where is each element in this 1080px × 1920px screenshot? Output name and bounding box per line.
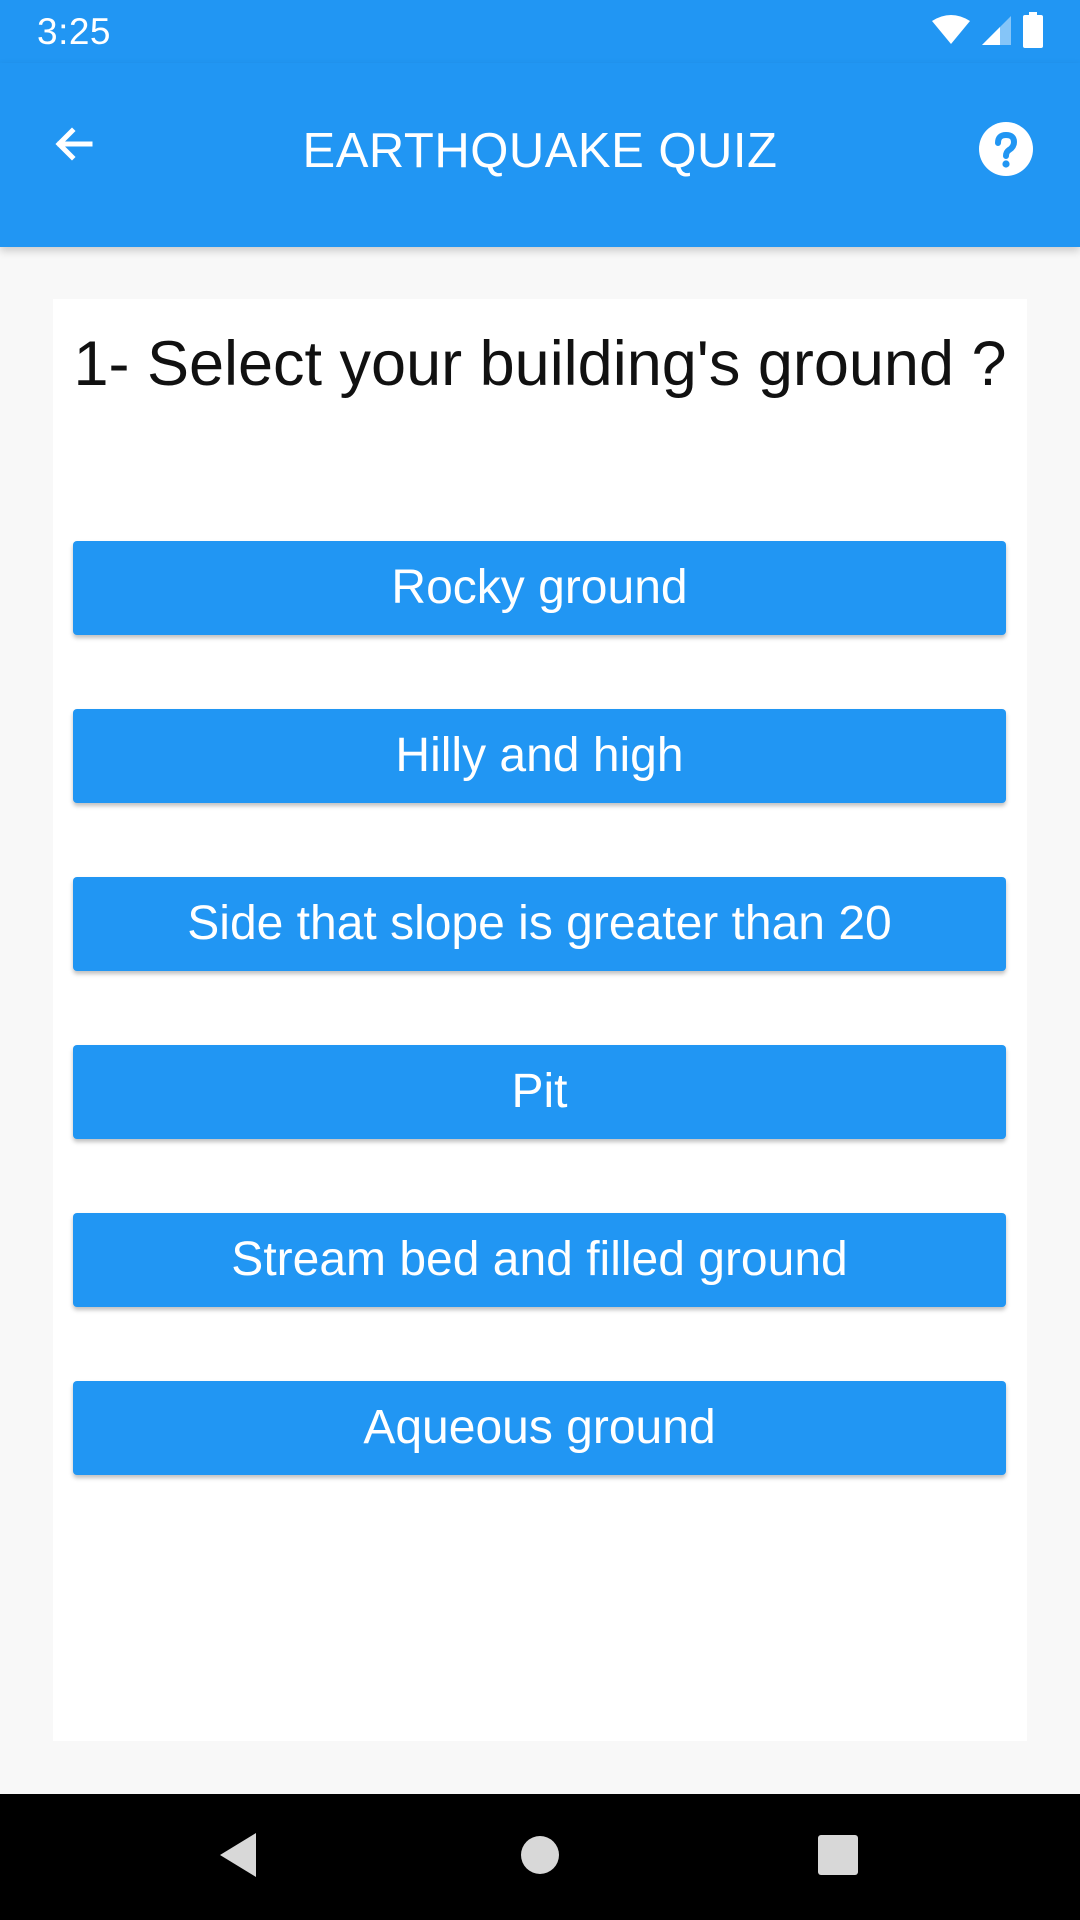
option-rocky-ground-button[interactable]: Rocky ground [73,541,1006,635]
cell-signal-icon [980,14,1012,51]
option-aqueous-ground-button[interactable]: Aqueous ground [73,1381,1006,1475]
option-slope-greater-than-20-button[interactable]: Side that slope is greater than 20 [73,877,1006,971]
app-bar: EARTHQUAKE QUIZ [0,63,1080,247]
help-circle-icon [978,121,1034,182]
app-title: EARTHQUAKE QUIZ [302,124,778,178]
nav-back-button[interactable] [205,1824,271,1890]
option-pit-button[interactable]: Pit [73,1045,1006,1139]
back-button[interactable] [32,104,116,188]
status-icons [932,11,1044,53]
option-hilly-and-high-button[interactable]: Hilly and high [73,709,1006,803]
help-button[interactable] [964,109,1048,193]
wifi-icon [932,14,970,50]
question-text: 1- Select your building's ground ? [73,329,1007,399]
option-stream-bed-button[interactable]: Stream bed and filled ground [73,1213,1006,1307]
nav-home-button[interactable] [507,1824,573,1890]
nav-recents-button[interactable] [805,1824,871,1890]
battery-icon [1022,11,1044,53]
nav-recents-icon [817,1834,859,1881]
answer-options: Rocky ground Hilly and high Side that sl… [73,541,1006,1549]
arrow-back-icon [50,120,98,173]
nav-home-icon [520,1835,560,1880]
status-bar: 3:25 [0,0,1080,63]
quiz-card: 1- Select your building's ground ? Rocky… [53,299,1027,1741]
nav-back-icon [216,1831,260,1884]
system-nav-bar [0,1794,1080,1920]
status-time: 3:25 [37,11,112,52]
